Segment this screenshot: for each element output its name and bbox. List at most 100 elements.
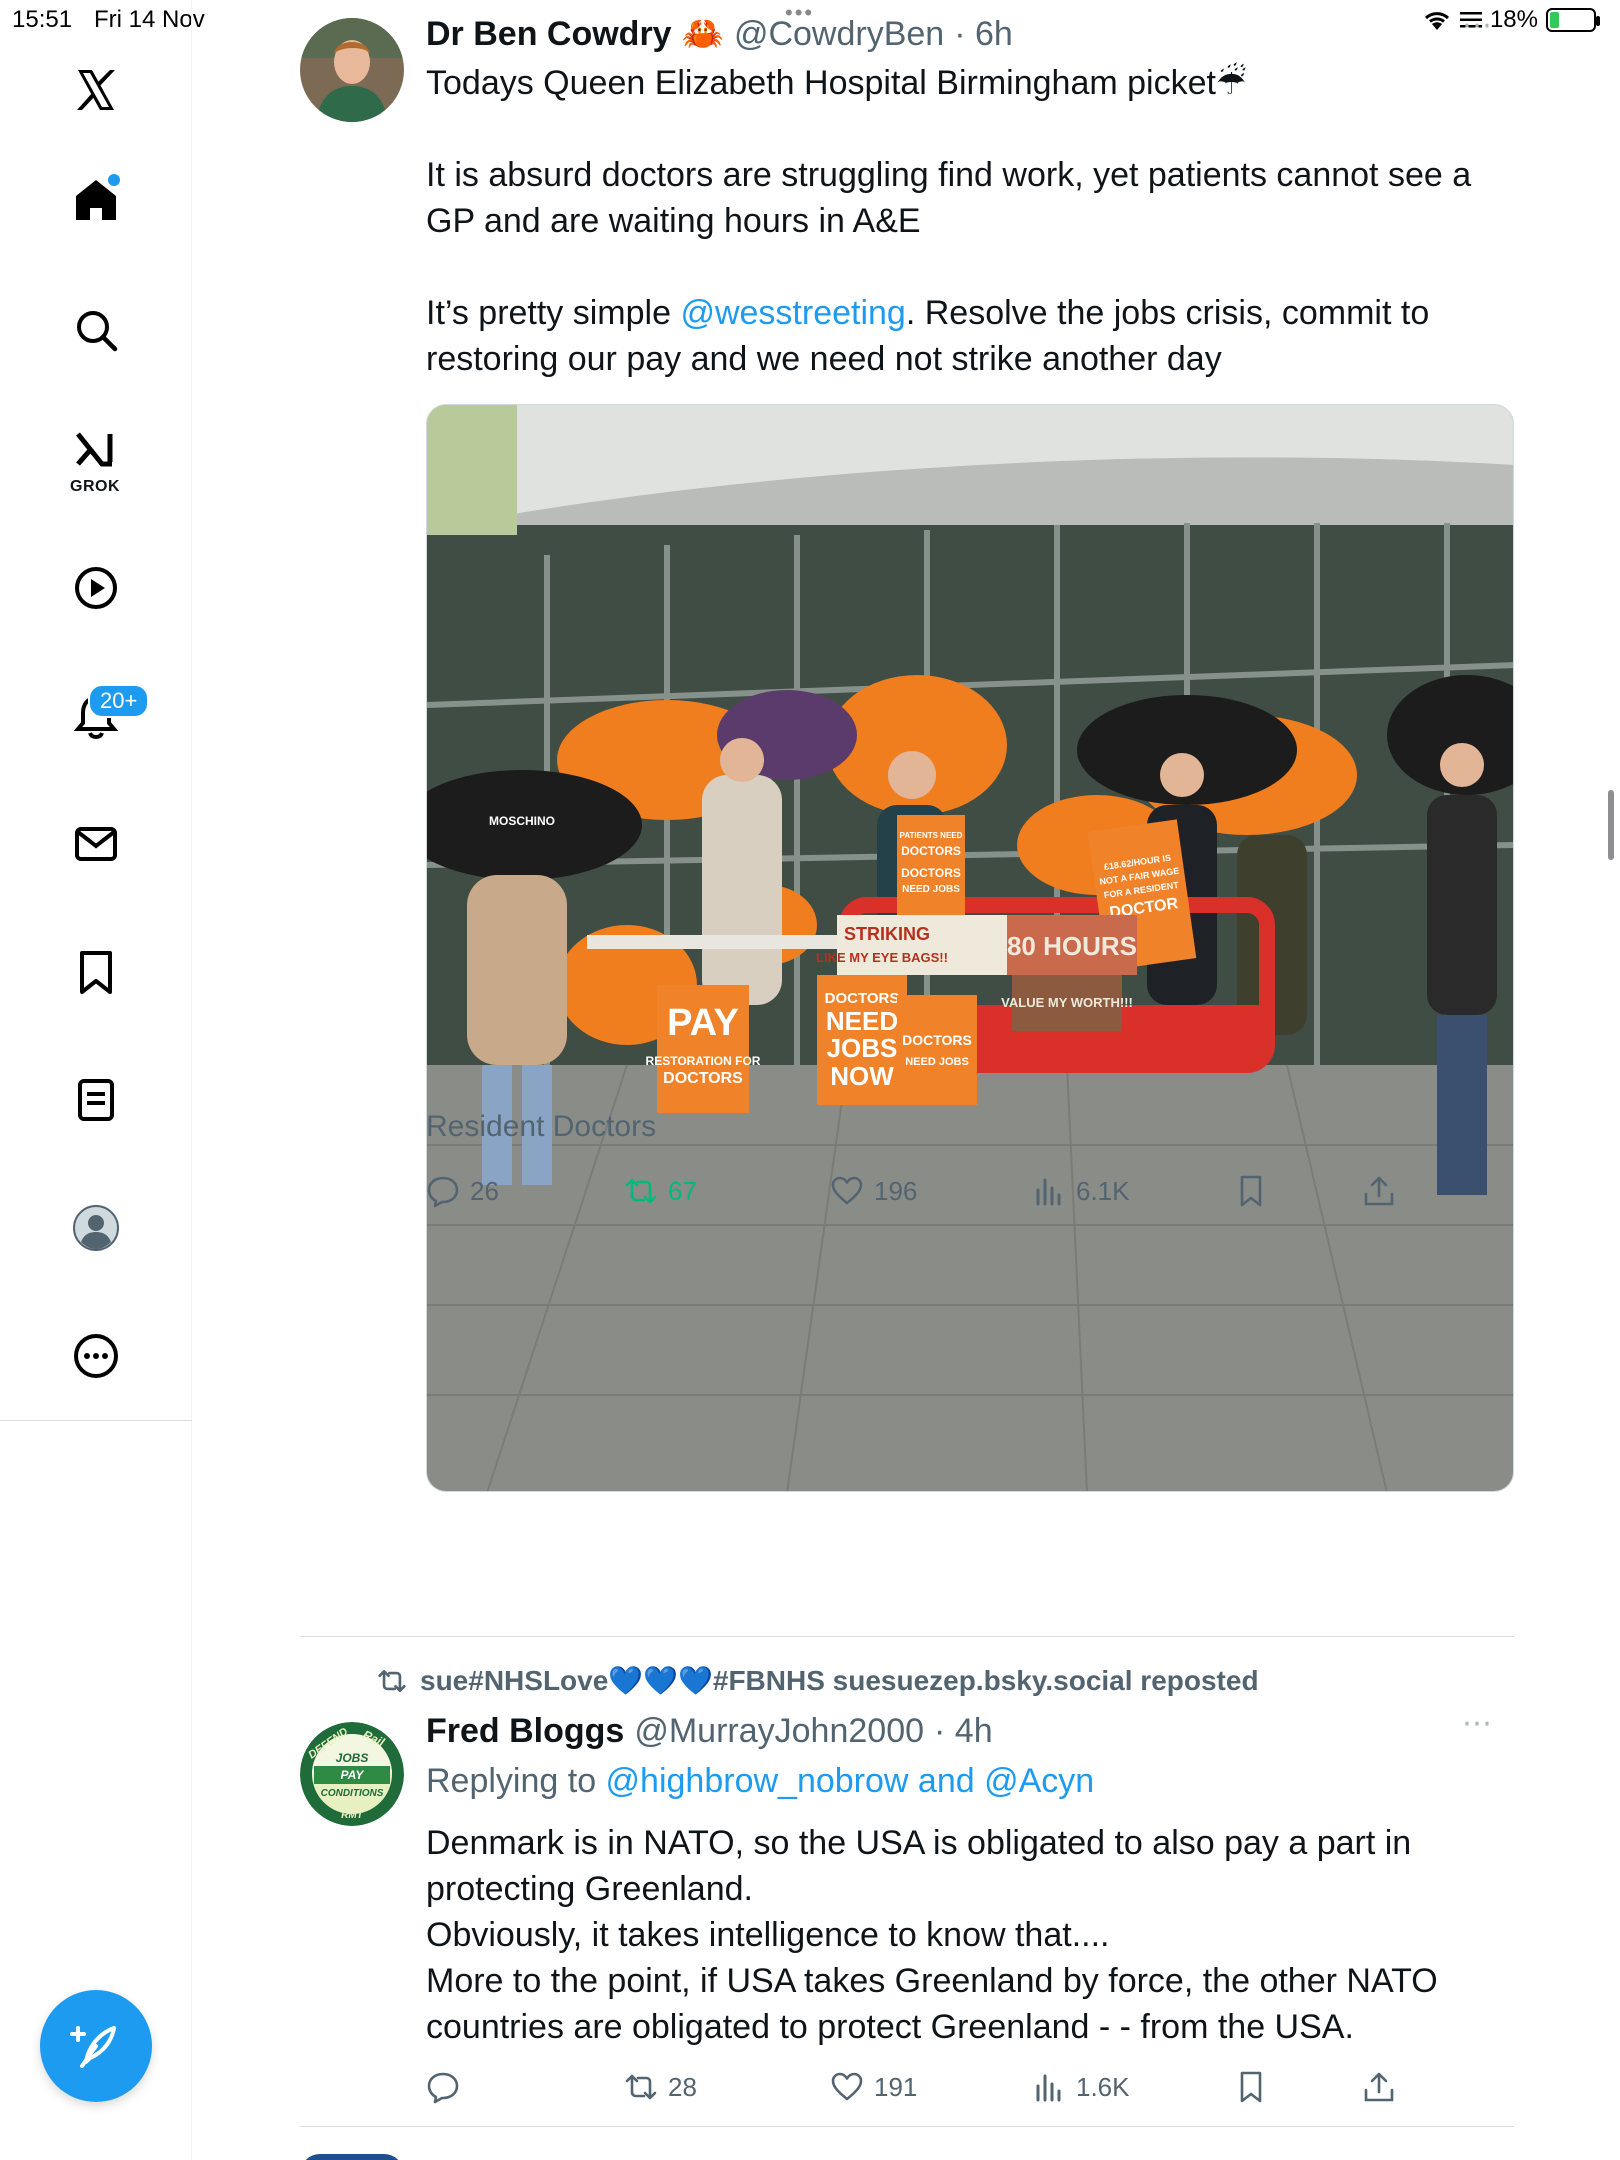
- share-button[interactable]: [1362, 2070, 1396, 2104]
- reply-button[interactable]: 26: [426, 1174, 499, 1208]
- tweet-header: Dr Ben Cowdry 🦀 @CowdryBen · 6h: [426, 14, 1013, 54]
- tweet-actions: 26 67 196 6.1K: [426, 1174, 1516, 1224]
- lists-icon[interactable]: [56, 1060, 136, 1140]
- tweet-photo[interactable]: PAY RESTORATION FOR DOCTORS DOCTORS NEED…: [426, 404, 1514, 1492]
- mention-link[interactable]: @wesstreeting: [680, 294, 905, 332]
- views-button[interactable]: 6.1K: [1032, 1174, 1130, 1208]
- reposted-by-label: sue#NHSLove💙💙💙#FBNHS suesuezep.bsky.soci…: [420, 1665, 1259, 1696]
- author-name[interactable]: Dr Ben Cowdry: [426, 15, 672, 54]
- views-icon: [1036, 2074, 1061, 2102]
- svg-text:DOCTORS: DOCTORS: [901, 866, 961, 880]
- next-tweet-avatar: [300, 2154, 404, 2160]
- next-tweet-peek[interactable]: [300, 2140, 1514, 2160]
- bookmark-button[interactable]: [1234, 2070, 1268, 2104]
- tweet-text: Denmark is in NATO, so the USA is obliga…: [426, 1820, 1516, 2050]
- notifications-badge: 20+: [88, 684, 150, 718]
- x-logo-icon[interactable]: [56, 50, 136, 130]
- share-icon: [1364, 1176, 1394, 1206]
- repost-button[interactable]: 67: [624, 1174, 697, 1208]
- views-icon: [1036, 1178, 1061, 1206]
- repost-small-icon: [378, 1669, 406, 1692]
- views-count: 1.6K: [1076, 2071, 1130, 2102]
- repost-button[interactable]: 28: [624, 2070, 697, 2104]
- svg-text:NEED JOBS: NEED JOBS: [905, 1056, 969, 1068]
- repost-icon: [625, 1178, 657, 1204]
- svg-text:PAY: PAY: [667, 1002, 739, 1044]
- sidebar-divider: [0, 1420, 192, 1421]
- replying-to: Replying to @highbrow_nobrow and @Acyn: [426, 1762, 1094, 1801]
- grok-label: GROK: [70, 478, 120, 495]
- avatar-text-rmt: RMT: [341, 1810, 364, 1821]
- author-handle[interactable]: @CowdryBen: [734, 15, 944, 54]
- tweet-article[interactable]: Dr Ben Cowdry 🦀 @CowdryBen · 6h ⋯ Todays…: [300, 9, 1516, 1634]
- bookmarks-icon[interactable]: [56, 932, 136, 1012]
- messages-icon[interactable]: [56, 804, 136, 884]
- avatar-text-pay: PAY: [341, 1768, 365, 1782]
- heart-icon: [831, 2072, 863, 2101]
- svg-text:NEED: NEED: [826, 1006, 898, 1036]
- battery-icon: [1546, 8, 1600, 32]
- replying-to-prefix: Replying to: [426, 1762, 606, 1800]
- tweet-divider: [300, 2126, 1514, 2127]
- svg-text:DOCTORS: DOCTORS: [901, 844, 961, 858]
- tweet-text-line: More to the point, if USA takes Greenlan…: [426, 1962, 1438, 2046]
- svg-text:80 HOURS: 80 HOURS: [1007, 931, 1137, 961]
- repost-context[interactable]: sue#NHSLove💙💙💙#FBNHS suesuezep.bsky.soci…: [376, 1664, 1259, 1697]
- author-handle[interactable]: @MurrayJohn2000: [634, 1712, 924, 1751]
- more-icon[interactable]: [56, 1316, 136, 1396]
- bookmark-icon: [1240, 2071, 1262, 2103]
- like-button[interactable]: 191: [830, 2070, 917, 2104]
- crab-emoji: 🦀: [681, 15, 724, 53]
- tweet-article[interactable]: DEFEND Rail JOBS PAY CONDITIONS RMT Fred…: [300, 1707, 1516, 2132]
- repost-count: 67: [668, 1175, 697, 1206]
- video-icon[interactable]: [56, 548, 136, 628]
- repost-icon: [625, 2074, 657, 2100]
- scrollbar[interactable]: [1608, 790, 1614, 860]
- repost-count: 28: [668, 2071, 697, 2102]
- replying-to-mentions[interactable]: @highbrow_nobrow and @Acyn: [606, 1762, 1095, 1800]
- bookmark-button[interactable]: [1234, 1174, 1268, 1208]
- like-button[interactable]: 196: [830, 1174, 917, 1208]
- tweet-time[interactable]: · 6h: [954, 15, 1013, 54]
- svg-text:DOCTORS: DOCTORS: [902, 1032, 972, 1048]
- author-name[interactable]: Fred Bloggs: [426, 1712, 624, 1751]
- svg-text:MOSCHINO: MOSCHINO: [489, 814, 555, 828]
- home-unread-dot: [108, 174, 120, 186]
- tweet-text-para3-pre: It’s pretty simple: [426, 294, 681, 332]
- more-options-icon[interactable]: ⋯: [1462, 8, 1494, 43]
- avatar-text-jobs: JOBS: [336, 1751, 369, 1765]
- home-icon[interactable]: [56, 160, 136, 240]
- tweet-text-line1: Todays Queen Elizabeth Hospital Birmingh…: [426, 64, 1216, 102]
- svg-text:RESTORATION FOR: RESTORATION FOR: [646, 1054, 761, 1068]
- tweet-actions: 28 191 1.6K: [426, 2070, 1516, 2120]
- svg-text:VALUE MY WORTH!!!: VALUE MY WORTH!!!: [1001, 995, 1133, 1010]
- tweet-text-line: Denmark is in NATO, so the USA is obliga…: [426, 1824, 1412, 1908]
- compose-button[interactable]: [40, 1990, 152, 2102]
- svg-text:NOW: NOW: [830, 1061, 894, 1091]
- reply-icon: [427, 1176, 459, 1208]
- heart-icon: [831, 1176, 863, 1205]
- avatar-text-conditions: CONDITIONS: [321, 1788, 384, 1799]
- search-icon[interactable]: [56, 290, 136, 370]
- avatar[interactable]: [300, 18, 404, 122]
- reply-button[interactable]: [426, 2070, 470, 2104]
- share-icon: [1364, 2072, 1394, 2102]
- avatar[interactable]: DEFEND Rail JOBS PAY CONDITIONS RMT: [300, 1722, 404, 1826]
- svg-text:LIKE MY EYE BAGS!!: LIKE MY EYE BAGS!!: [816, 950, 948, 965]
- svg-text:PATIENTS NEED: PATIENTS NEED: [900, 831, 963, 840]
- like-count: 196: [874, 1175, 918, 1206]
- tweet-text: Todays Queen Elizabeth Hospital Birmingh…: [426, 60, 1516, 382]
- profile-icon[interactable]: [56, 1188, 136, 1268]
- svg-text:NEED JOBS: NEED JOBS: [902, 884, 960, 895]
- umbrella-emoji: ☔: [1215, 64, 1247, 102]
- tweet-header: Fred Bloggs @MurrayJohn2000 · 4h: [426, 1712, 993, 1751]
- tweet-time[interactable]: · 4h: [934, 1712, 993, 1751]
- sidebar: GROK 20+: [0, 0, 192, 2160]
- like-count: 191: [874, 2071, 918, 2102]
- svg-text:DOCTORS: DOCTORS: [825, 990, 900, 1007]
- tweet-divider: [300, 1636, 1514, 1637]
- share-button[interactable]: [1362, 1174, 1396, 1208]
- views-button[interactable]: 1.6K: [1032, 2070, 1130, 2104]
- more-options-icon[interactable]: ⋯: [1462, 1706, 1494, 1741]
- svg-text:STRIKING: STRIKING: [844, 924, 930, 944]
